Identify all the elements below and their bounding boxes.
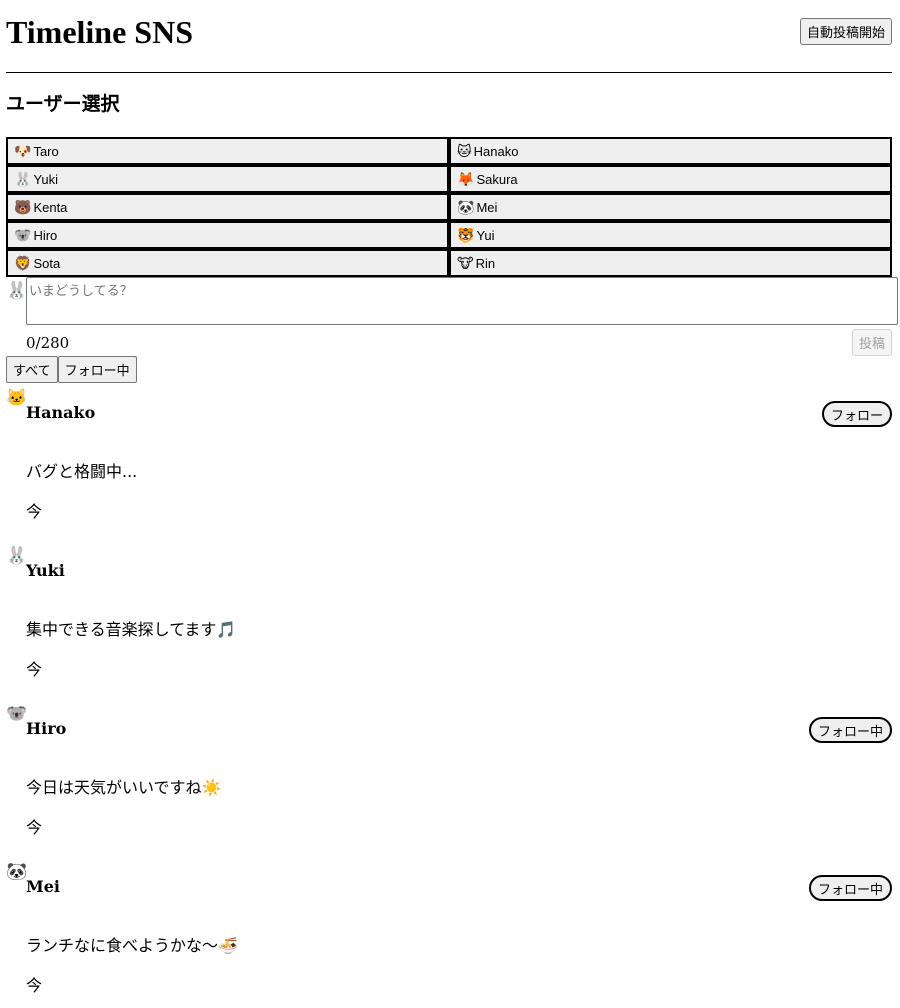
user-option-hiro[interactable]: 🐨 Hiro [6, 221, 449, 249]
user-option-sakura[interactable]: 🦊 Sakura [449, 165, 892, 193]
rabbit-icon: 🐰 [6, 281, 28, 301]
user-option-label: Mei [476, 199, 498, 215]
post-text: バグと格闘中... [26, 462, 138, 481]
user-option-label: Hiro [33, 227, 58, 243]
bear-icon: 🐻 [14, 198, 32, 215]
fox-icon: 🦊 [457, 170, 475, 187]
follow-button[interactable]: フォロー [821, 401, 892, 427]
auto-post-button[interactable]: 自動投稿開始 [799, 18, 892, 45]
timeline-filter: すべて フォロー中 [6, 356, 137, 383]
post-time: 今 [26, 502, 43, 521]
user-option-label: Taro [33, 143, 59, 159]
post-time: 今 [26, 660, 43, 679]
filter-all-button[interactable]: すべて [6, 356, 58, 383]
dog-icon: 🐶 [14, 142, 32, 159]
user-option-sota[interactable]: 🦁 Sota [6, 249, 449, 277]
timeline-post: 🐨 Hiro フォロー中 今日は天気がいいですね☀️ 今 [6, 702, 892, 860]
post-author: Hiro [26, 719, 67, 738]
user-option-label: Yuki [33, 171, 59, 187]
cat-icon: 🐱 [6, 388, 28, 408]
user-option-yuki[interactable]: 🐰 Yuki [6, 165, 449, 193]
koala-icon: 🐨 [6, 704, 28, 724]
timeline-post: 🐱 Hanako フォロー バグと格闘中... 今 [6, 386, 892, 544]
user-option-taro[interactable]: 🐶 Taro [6, 137, 449, 165]
user-select-heading: ユーザー選択 [6, 94, 120, 115]
post-author: Mei [26, 877, 60, 896]
user-select-grid: 🐶 Taro 🐱 Hanako 🐰 Yuki 🦊 Sakura 🐻 Kenta … [6, 137, 892, 277]
user-option-mei[interactable]: 🐼 Mei [449, 193, 892, 221]
header-divider [6, 72, 892, 73]
rabbit-icon: 🐰 [14, 170, 32, 187]
app-title: Timeline SNS [6, 14, 193, 50]
post-time: 今 [26, 976, 43, 995]
timeline-post: 🐼 Mei フォロー中 ランチなに食べようかな〜🍜 今 [6, 860, 892, 1008]
cat-icon: 🐱 [457, 142, 472, 159]
filter-following-button[interactable]: フォロー中 [57, 356, 137, 383]
following-button[interactable]: フォロー中 [808, 875, 892, 901]
user-option-label: Sakura [476, 171, 518, 187]
app-header: Timeline SNS 自動投稿開始 [6, 10, 892, 58]
post-button[interactable]: 投稿 [851, 329, 892, 356]
user-option-label: Sota [33, 255, 61, 271]
koala-icon: 🐨 [14, 226, 32, 243]
user-option-label: Rin [475, 255, 496, 271]
user-option-kenta[interactable]: 🐻 Kenta [6, 193, 449, 221]
user-option-rin[interactable]: 🐮 Rin [449, 249, 892, 277]
char-counter: 0/280 [26, 334, 70, 352]
timeline-post: 🐰 Yuki 集中できる音楽探してます🎵 今 [6, 544, 892, 702]
following-button[interactable]: フォロー中 [808, 717, 892, 743]
post-author: Yuki [26, 561, 65, 580]
lion-icon: 🦁 [14, 254, 32, 271]
timeline: 🐱 Hanako フォロー バグと格闘中... 今 🐰 Yuki 集中できる音楽… [6, 386, 892, 1008]
post-text: 今日は天気がいいですね☀️ [26, 778, 222, 797]
rabbit-icon: 🐰 [6, 546, 28, 566]
compose-input[interactable] [26, 277, 898, 325]
tiger-icon: 🐯 [457, 226, 475, 243]
post-text: ランチなに食べようかな〜🍜 [26, 936, 238, 955]
panda-icon: 🐼 [6, 862, 28, 882]
page: Timeline SNS 自動投稿開始 ユーザー選択 🐶 Taro 🐱 Hana… [0, 0, 900, 1008]
panda-icon: 🐼 [457, 198, 475, 215]
post-text: 集中できる音楽探してます🎵 [26, 620, 237, 639]
user-option-label: Hanako [473, 143, 519, 159]
user-option-yui[interactable]: 🐯 Yui [449, 221, 892, 249]
post-author: Hanako [26, 403, 96, 422]
post-time: 今 [26, 818, 43, 837]
user-option-label: Yui [476, 227, 495, 243]
user-option-hanako[interactable]: 🐱 Hanako [449, 137, 892, 165]
user-option-label: Kenta [33, 199, 68, 215]
cow-icon: 🐮 [457, 254, 474, 271]
